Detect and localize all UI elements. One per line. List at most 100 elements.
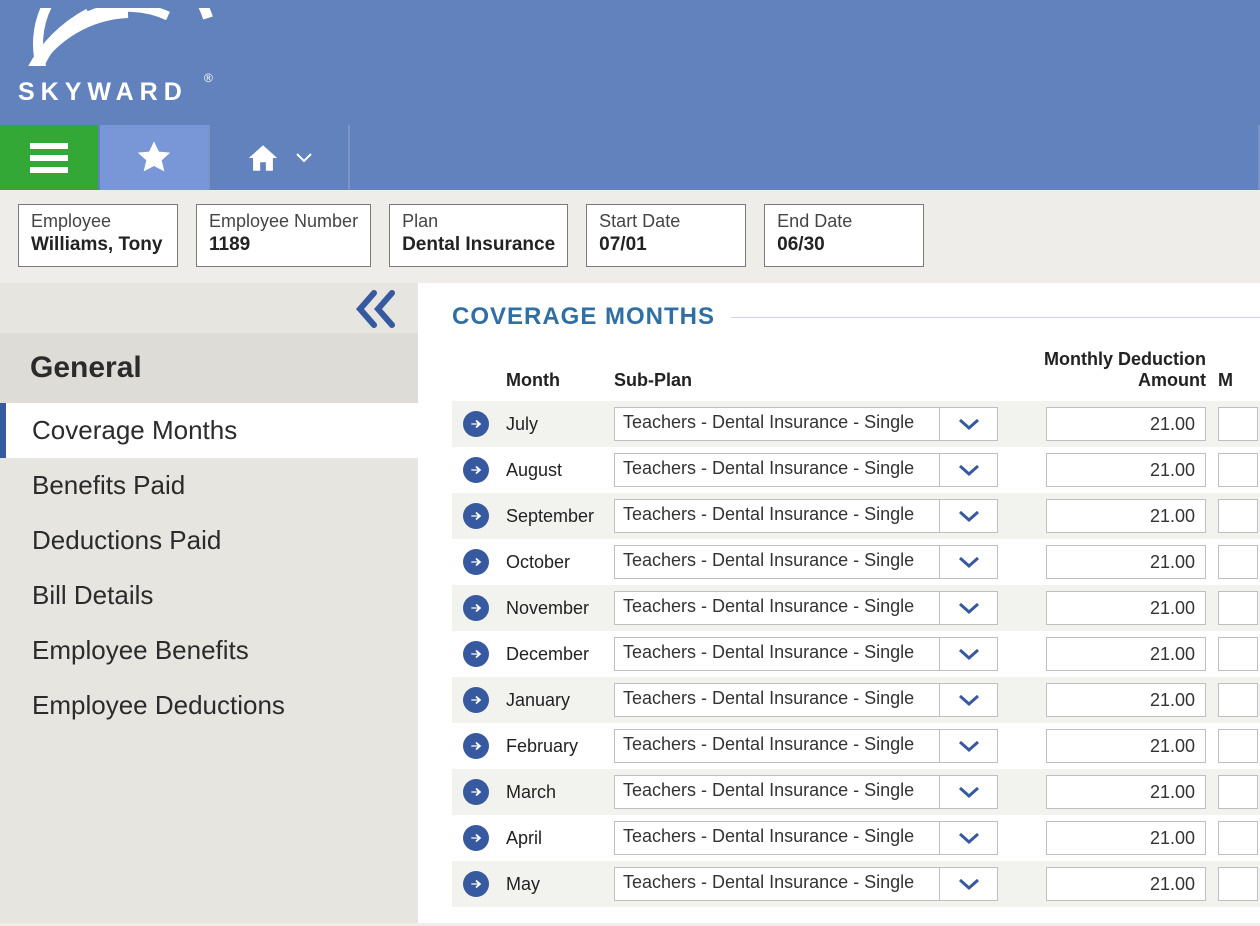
home-button[interactable] [210, 125, 350, 190]
row-open-icon[interactable] [463, 733, 489, 759]
subplan-select[interactable]: Teachers - Dental Insurance - Single [614, 453, 998, 487]
month-cell: March [500, 769, 608, 815]
table-row: NovemberTeachers - Dental Insurance - Si… [452, 585, 1260, 631]
subplan-select[interactable]: Teachers - Dental Insurance - Single [614, 499, 998, 533]
month-cell: September [500, 493, 608, 539]
deduction-amount-input[interactable] [1046, 683, 1206, 717]
chevron-down-icon [939, 408, 997, 440]
sidebar-item-benefits-paid[interactable]: Benefits Paid [0, 458, 418, 513]
subplan-value: Teachers - Dental Insurance - Single [615, 684, 939, 716]
info-plan: Plan Dental Insurance [389, 204, 568, 267]
chevron-down-icon [939, 730, 997, 762]
row-open-icon[interactable] [463, 825, 489, 851]
chevron-down-icon [939, 868, 997, 900]
extra-input[interactable] [1218, 499, 1258, 533]
table-row: MarchTeachers - Dental Insurance - Singl… [452, 769, 1260, 815]
favorites-button[interactable] [100, 125, 210, 190]
subplan-select[interactable]: Teachers - Dental Insurance - Single [614, 545, 998, 579]
table-row: JulyTeachers - Dental Insurance - Single [452, 401, 1260, 447]
deduction-amount-input[interactable] [1046, 729, 1206, 763]
deduction-amount-input[interactable] [1046, 867, 1206, 901]
subplan-select[interactable]: Teachers - Dental Insurance - Single [614, 637, 998, 671]
chevron-down-icon [939, 454, 997, 486]
subplan-select[interactable]: Teachers - Dental Insurance - Single [614, 821, 998, 855]
content-panel: COVERAGE MONTHS Month Sub-Plan Monthly D… [418, 283, 1260, 923]
deduction-amount-input[interactable] [1046, 591, 1206, 625]
subplan-select[interactable]: Teachers - Dental Insurance - Single [614, 407, 998, 441]
month-cell: August [500, 447, 608, 493]
row-open-icon[interactable] [463, 457, 489, 483]
extra-input[interactable] [1218, 407, 1258, 441]
skyward-logo: SKYWARD ® [18, 8, 218, 108]
main-toolbar [0, 125, 1260, 190]
extra-input[interactable] [1218, 821, 1258, 855]
section-title: COVERAGE MONTHS [452, 303, 715, 331]
month-cell: November [500, 585, 608, 631]
sidebar-item-employee-deductions[interactable]: Employee Deductions [0, 678, 418, 733]
row-open-icon[interactable] [463, 549, 489, 575]
subplan-select[interactable]: Teachers - Dental Insurance - Single [614, 867, 998, 901]
menu-button[interactable] [0, 125, 100, 190]
row-open-icon[interactable] [463, 779, 489, 805]
month-cell: December [500, 631, 608, 677]
row-open-icon[interactable] [463, 641, 489, 667]
row-open-icon[interactable] [463, 503, 489, 529]
col-month: Month [500, 345, 608, 401]
deduction-amount-input[interactable] [1046, 545, 1206, 579]
extra-input[interactable] [1218, 775, 1258, 809]
info-plan-value: Dental Insurance [402, 234, 555, 256]
coverage-months-table: Month Sub-Plan Monthly Deduction Amount … [452, 345, 1260, 907]
extra-input[interactable] [1218, 729, 1258, 763]
subplan-value: Teachers - Dental Insurance - Single [615, 500, 939, 532]
row-open-icon[interactable] [463, 411, 489, 437]
row-open-icon[interactable] [463, 687, 489, 713]
deduction-amount-input[interactable] [1046, 407, 1206, 441]
subplan-select[interactable]: Teachers - Dental Insurance - Single [614, 591, 998, 625]
deduction-amount-input[interactable] [1046, 499, 1206, 533]
row-open-icon[interactable] [463, 871, 489, 897]
chevron-down-icon [939, 592, 997, 624]
info-plan-label: Plan [402, 211, 555, 232]
sidebar-item-deductions-paid[interactable]: Deductions Paid [0, 513, 418, 568]
subplan-select[interactable]: Teachers - Dental Insurance - Single [614, 775, 998, 809]
info-start-label: Start Date [599, 211, 733, 232]
deduction-amount-input[interactable] [1046, 637, 1206, 671]
subplan-value: Teachers - Dental Insurance - Single [615, 868, 939, 900]
info-end-label: End Date [777, 211, 911, 232]
deduction-amount-input[interactable] [1046, 821, 1206, 855]
section-divider [731, 317, 1260, 318]
star-icon [134, 138, 174, 178]
extra-input[interactable] [1218, 545, 1258, 579]
record-info-row: Employee Williams, Tony Employee Number … [0, 190, 1260, 283]
table-row: MayTeachers - Dental Insurance - Single [452, 861, 1260, 907]
info-end-date: End Date 06/30 [764, 204, 924, 267]
subplan-select[interactable]: Teachers - Dental Insurance - Single [614, 729, 998, 763]
sidebar-header: General [0, 333, 418, 403]
month-cell: October [500, 539, 608, 585]
home-icon [245, 141, 281, 175]
row-open-icon[interactable] [463, 595, 489, 621]
extra-input[interactable] [1218, 453, 1258, 487]
chevron-down-icon [939, 684, 997, 716]
chevron-down-icon [939, 822, 997, 854]
month-cell: January [500, 677, 608, 723]
sidebar-item-coverage-months[interactable]: Coverage Months [0, 403, 418, 458]
extra-input[interactable] [1218, 867, 1258, 901]
table-row: AprilTeachers - Dental Insurance - Singl… [452, 815, 1260, 861]
extra-input[interactable] [1218, 683, 1258, 717]
chevron-down-icon [939, 776, 997, 808]
collapse-sidebar-button[interactable] [354, 289, 398, 334]
chevron-down-icon [295, 152, 313, 164]
extra-input[interactable] [1218, 591, 1258, 625]
deduction-amount-input[interactable] [1046, 775, 1206, 809]
chevron-down-icon [939, 638, 997, 670]
info-employee-value: Williams, Tony [31, 234, 165, 256]
extra-input[interactable] [1218, 637, 1258, 671]
deduction-amount-input[interactable] [1046, 453, 1206, 487]
sidebar-item-bill-details[interactable]: Bill Details [0, 568, 418, 623]
sidebar-item-employee-benefits[interactable]: Employee Benefits [0, 623, 418, 678]
subplan-select[interactable]: Teachers - Dental Insurance - Single [614, 683, 998, 717]
double-chevron-left-icon [354, 289, 398, 329]
brand-text: SKYWARD [18, 78, 188, 106]
month-cell: July [500, 401, 608, 447]
